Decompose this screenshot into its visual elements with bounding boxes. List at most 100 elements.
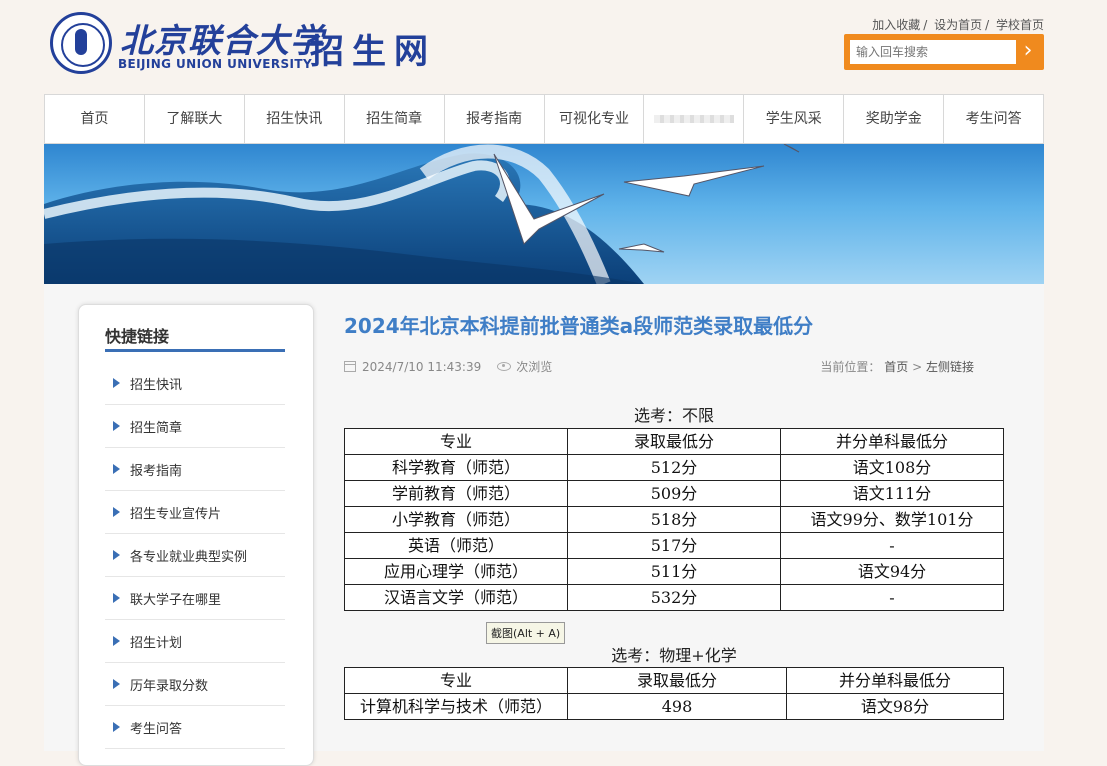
table-row: 小学教育（师范） 518分 语文99分、数学101分 [344, 506, 1004, 533]
table-row: 英语（师范） 517分 - [344, 532, 1004, 559]
sidebar-item-label: 联大学子在哪里 [130, 592, 222, 608]
breadcrumb: 当前位置： 首页 > 左侧链接 [820, 358, 974, 375]
nav-blurred-item[interactable] [644, 95, 745, 143]
sidebar-item-label: 考生问答 [130, 721, 183, 737]
arrow-right-icon [113, 550, 120, 560]
table-cell: 498 [567, 693, 787, 720]
nav-about[interactable]: 了解联大 [145, 95, 245, 143]
table-header-cell: 并分单科最低分 [786, 667, 1004, 694]
article-date: 2024/7/10 11:43:39 [362, 359, 482, 374]
breadcrumb-current-link[interactable]: 左侧链接 [926, 360, 974, 374]
table-header-row: 专业 录取最低分 并分单科最低分 [344, 428, 1004, 455]
table1-caption: 选考：不限 [633, 406, 714, 425]
table-cell: 语文94分 [780, 558, 1004, 585]
table-cell: - [780, 532, 1004, 559]
article-title: 2024年北京本科提前批普通类a段师范类录取最低分 [344, 314, 814, 338]
wave-seagull-illustration [44, 144, 800, 284]
nav-students[interactable]: 学生风采 [744, 95, 845, 143]
sidebar-item-news[interactable]: 招生快讯 [105, 362, 285, 405]
view-count: 次浏览 [516, 360, 553, 374]
table-cell: 512分 [567, 454, 781, 481]
table-header-cell: 录取最低分 [567, 667, 787, 694]
table-header-cell: 录取最低分 [567, 428, 781, 455]
top-links: 加入收藏 / 设为首页 / 学校首页 [872, 18, 1044, 32]
screenshot-tooltip: 截图(Alt + A) [486, 622, 566, 644]
logo-english-name[interactable]: BEIJING UNION UNIVERSITY [118, 57, 312, 71]
table-cell: 语文111分 [780, 480, 1004, 507]
arrow-right-icon [113, 679, 120, 689]
sidebar-item-scores[interactable]: 历年录取分数 [105, 663, 285, 706]
content-area: 快捷链接 招生快讯 招生简章 报考指南 招生专业宣传片 各专业就业典型实例 联大… [44, 284, 1044, 766]
add-favorite-link[interactable]: 加入收藏 [872, 18, 920, 32]
score-table-unlimited: 专业 录取最低分 并分单科最低分 科学教育（师范） 512分 语文108分 学前… [344, 428, 1004, 611]
sidebar-divider [105, 349, 285, 352]
sidebar-item-videos[interactable]: 招生专业宣传片 [105, 491, 285, 534]
sidebar-item-label: 报考指南 [130, 463, 183, 479]
breadcrumb-home-link[interactable]: 首页 [884, 360, 908, 374]
table-header-cell: 并分单科最低分 [780, 428, 1004, 455]
nav-guide[interactable]: 报考指南 [445, 95, 545, 143]
search-arrow-icon[interactable]: › [1018, 40, 1038, 64]
sidebar-item-label: 历年录取分数 [130, 678, 209, 694]
article-meta: 2024/7/10 11:43:39 次浏览 [344, 358, 552, 375]
arrow-right-icon [113, 636, 120, 646]
nav-majors[interactable]: 可视化专业 [545, 95, 645, 143]
table-cell: 517分 [567, 532, 781, 559]
table-row: 应用心理学（师范） 511分 语文94分 [344, 558, 1004, 585]
quick-links-sidebar: 快捷链接 招生快讯 招生简章 报考指南 招生专业宣传片 各专业就业典型实例 联大… [78, 304, 314, 766]
university-seal-logo[interactable] [50, 12, 112, 74]
table-cell: 语文99分、数学101分 [780, 506, 1004, 533]
table-cell: 511分 [567, 558, 781, 585]
table-cell: 509分 [567, 480, 781, 507]
nav-home[interactable]: 首页 [45, 95, 145, 143]
table-row: 科学教育（师范） 512分 语文108分 [344, 454, 1004, 481]
sidebar-item-guide[interactable]: 报考指南 [105, 448, 285, 491]
sidebar-item-employment[interactable]: 各专业就业典型实例 [105, 534, 285, 577]
site-name: 招生网 [310, 32, 436, 72]
sidebar-item-alumni[interactable]: 联大学子在哪里 [105, 577, 285, 620]
eye-icon [497, 362, 512, 371]
search-box: › [844, 34, 1044, 70]
table-cell: 英语（师范） [344, 532, 568, 559]
sidebar-item-qa[interactable]: 考生问答 [105, 706, 285, 749]
header: 北京联合大学 BEIJING UNION UNIVERSITY 招生网 加入收藏… [0, 0, 1107, 94]
table2-caption: 选考：物理+化学 [611, 646, 737, 665]
sidebar-title: 快捷链接 [105, 327, 170, 346]
arrow-right-icon [113, 378, 120, 388]
table-cell: 学前教育（师范） [344, 480, 568, 507]
nav-qa[interactable]: 考生问答 [944, 95, 1043, 143]
nav-brochure[interactable]: 招生简章 [345, 95, 445, 143]
sidebar-item-label: 招生简章 [130, 420, 183, 436]
banner-image [44, 144, 1044, 284]
table-cell: 518分 [567, 506, 781, 533]
table-row: 计算机科学与技术（师范） 498 语文98分 [344, 693, 1004, 720]
sidebar-item-brochure[interactable]: 招生简章 [105, 405, 285, 448]
table-cell: 计算机科学与技术（师范） [344, 693, 568, 720]
sidebar-item-label: 招生快讯 [130, 377, 183, 393]
table-header-cell: 专业 [344, 667, 568, 694]
nav-news[interactable]: 招生快讯 [245, 95, 345, 143]
table-cell: 汉语言文学（师范） [344, 584, 568, 611]
table-cell: 应用心理学（师范） [344, 558, 568, 585]
breadcrumb-label: 当前位置： [820, 360, 881, 374]
arrow-right-icon [113, 507, 120, 517]
sidebar-item-label: 招生专业宣传片 [130, 506, 222, 522]
nav-scholarships[interactable]: 奖助学金 [844, 95, 945, 143]
school-homepage-link[interactable]: 学校首页 [996, 18, 1044, 32]
set-homepage-link[interactable]: 设为首页 [934, 18, 982, 32]
sidebar-item-label: 招生计划 [130, 635, 183, 651]
search-input[interactable] [850, 40, 1016, 64]
table-row: 汉语言文学（师范） 532分 - [344, 584, 1004, 611]
breadcrumb-separator: > [912, 360, 923, 374]
table-cell: 科学教育（师范） [344, 454, 568, 481]
table-cell: 语文108分 [780, 454, 1004, 481]
table-cell: - [780, 584, 1004, 611]
table-cell: 小学教育（师范） [344, 506, 568, 533]
table-header-row: 专业 录取最低分 并分单科最低分 [344, 667, 1004, 694]
logo-chinese-name[interactable]: 北京联合大学 [120, 14, 324, 62]
sidebar-item-plan[interactable]: 招生计划 [105, 620, 285, 663]
sidebar-item-label: 各专业就业典型实例 [130, 549, 248, 565]
arrow-right-icon [113, 593, 120, 603]
table-cell: 语文98分 [786, 693, 1004, 720]
arrow-right-icon [113, 464, 120, 474]
